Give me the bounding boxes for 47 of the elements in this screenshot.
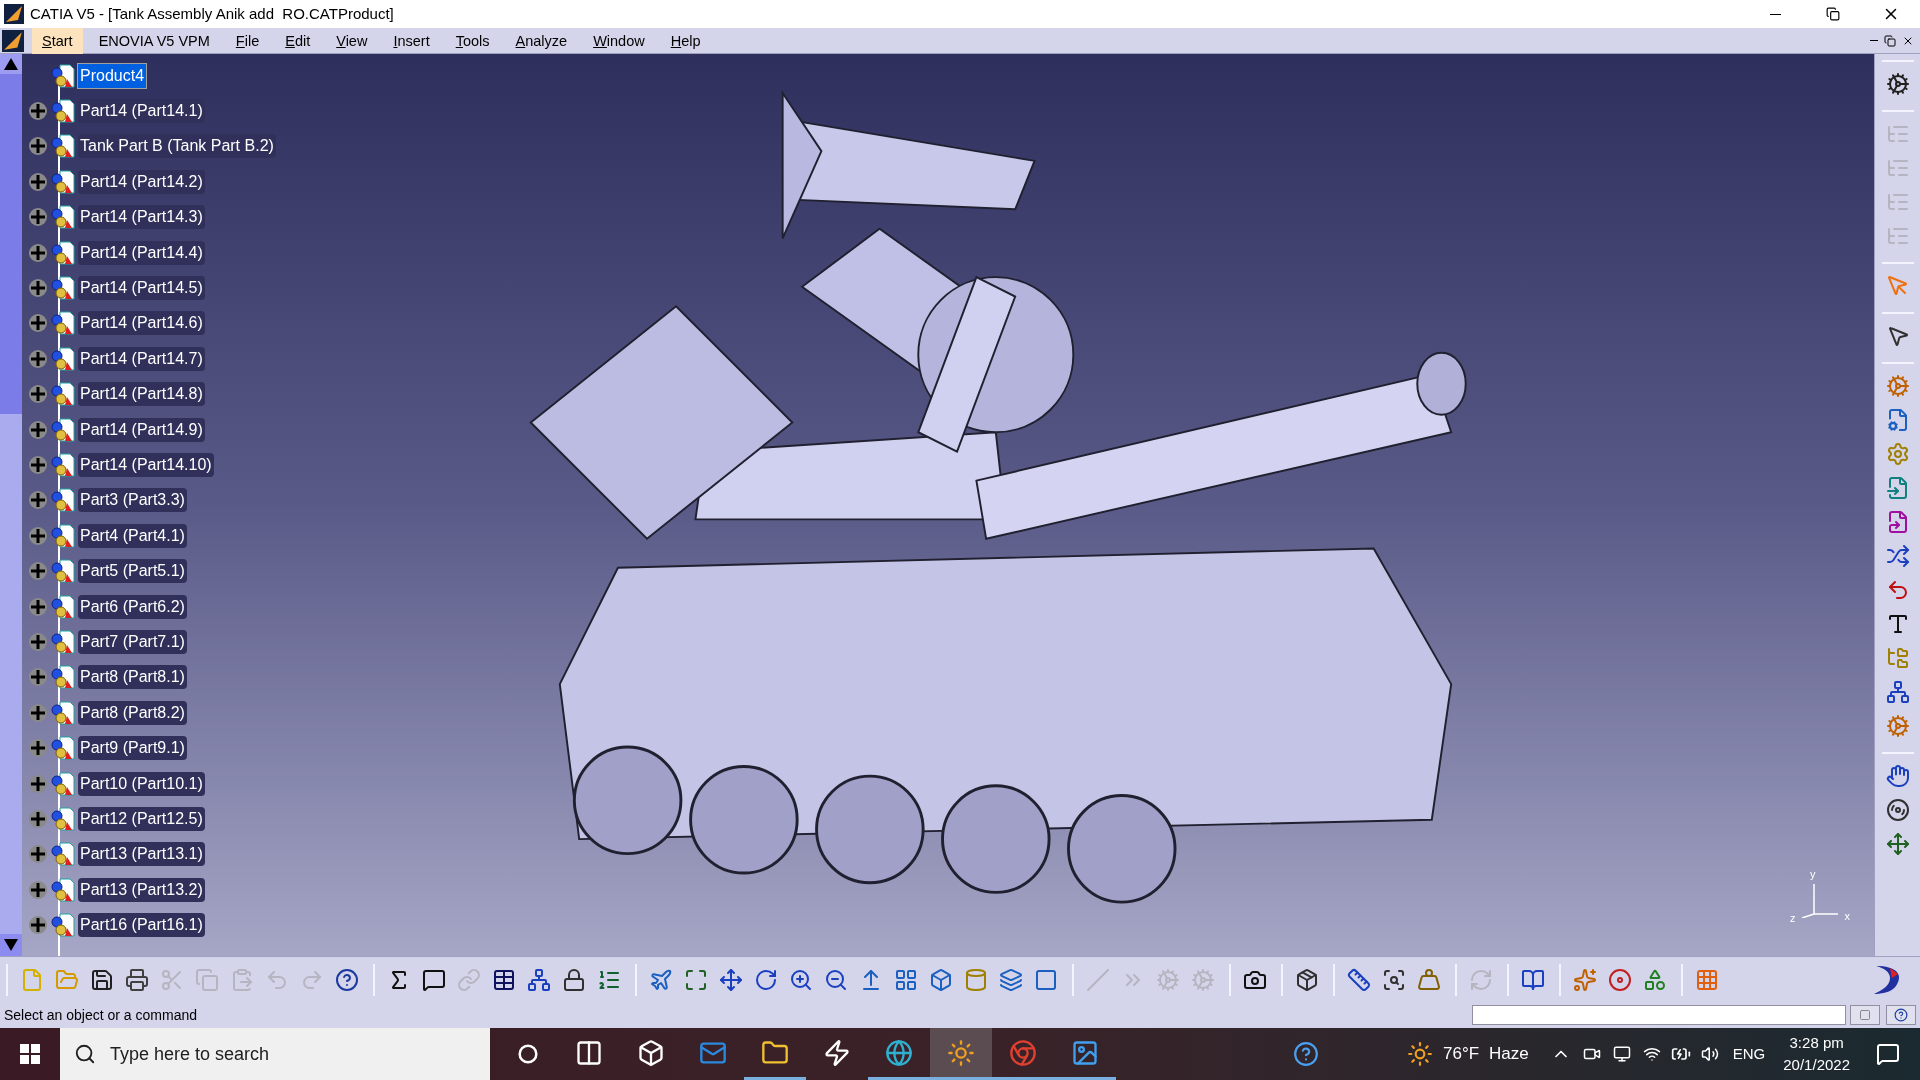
axis-label: y: [1810, 867, 1816, 882]
tree-item[interactable]: Part14 (Part14.8): [78, 382, 205, 407]
tree-item[interactable]: Product4: [78, 63, 147, 88]
tree-item[interactable]: Part5 (Part5.1): [78, 559, 187, 584]
menu-item[interactable]: Start: [32, 27, 83, 54]
menu-item[interactable]: Edit: [275, 27, 321, 54]
tree-item[interactable]: Part6 (Part6.2): [78, 594, 187, 619]
clock-time: 3:28 pm: [1789, 1033, 1844, 1053]
tree-item[interactable]: Part14 (Part14.3): [78, 205, 205, 230]
menu-item[interactable]: Help: [660, 27, 711, 54]
tree-item[interactable]: Part8 (Part8.2): [78, 700, 187, 725]
weather-condition[interactable]: Haze: [1489, 1041, 1529, 1067]
menu-item[interactable]: View: [326, 27, 378, 54]
tree-item[interactable]: Part14 (Part14.2): [78, 169, 205, 194]
tree-item[interactable]: Part14 (Part14.4): [78, 240, 205, 265]
tree-item[interactable]: Part13 (Part13.2): [78, 877, 205, 902]
tree-item[interactable]: Tank Part B (Tank Part B.2): [78, 134, 276, 159]
axis-label: z: [1790, 911, 1796, 926]
menu-item[interactable]: Window: [583, 27, 655, 54]
clock[interactable]: 3:28 pm 20/1/2022: [1783, 1032, 1850, 1076]
menu-item[interactable]: ENOVIA V5 VPM: [88, 27, 220, 54]
tree-item[interactable]: Part14 (Part14.10): [78, 453, 214, 477]
axis-label: x: [1844, 909, 1850, 924]
tree-item[interactable]: Part8 (Part8.1): [78, 665, 187, 690]
tree-item[interactable]: Part14 (Part14.1): [78, 99, 205, 124]
tree-item[interactable]: Part4 (Part4.1): [78, 523, 187, 548]
tree-item[interactable]: Part12 (Part12.5): [78, 806, 205, 831]
tree-item[interactable]: Part10 (Part10.1): [78, 771, 205, 796]
tree-item[interactable]: Part14 (Part14.6): [78, 311, 205, 336]
tree-item[interactable]: Part14 (Part14.9): [78, 417, 205, 442]
weather-temperature[interactable]: 76°F: [1442, 1041, 1480, 1067]
tree-item[interactable]: Part13 (Part13.1): [78, 842, 205, 867]
search-field[interactable]: Type here to search: [60, 1028, 490, 1080]
tree-item[interactable]: Part9 (Part9.1): [78, 736, 187, 761]
tree-item[interactable]: Part7 (Part7.1): [78, 629, 187, 654]
menu-item[interactable]: Tools: [445, 27, 500, 54]
tree-item[interactable]: Part3 (Part3.3): [78, 488, 187, 513]
clock-date: 20/1/2022: [1783, 1055, 1850, 1075]
window-title: CATIA V5 - [Tank Assembly Anik add RO.CATProduct]: [30, 3, 394, 24]
tree-item[interactable]: Part16 (Part16.1): [78, 913, 205, 938]
language-indicator[interactable]: ENG: [1732, 1042, 1766, 1066]
menu-item[interactable]: File: [225, 27, 270, 54]
tree-item[interactable]: Part14 (Part14.7): [78, 346, 205, 371]
menu-item[interactable]: Insert: [383, 27, 440, 54]
menu-item[interactable]: Analyze: [505, 27, 578, 54]
status-message: Select an object or a command: [4, 1005, 197, 1025]
tree-item[interactable]: Part14 (Part14.5): [78, 276, 205, 301]
